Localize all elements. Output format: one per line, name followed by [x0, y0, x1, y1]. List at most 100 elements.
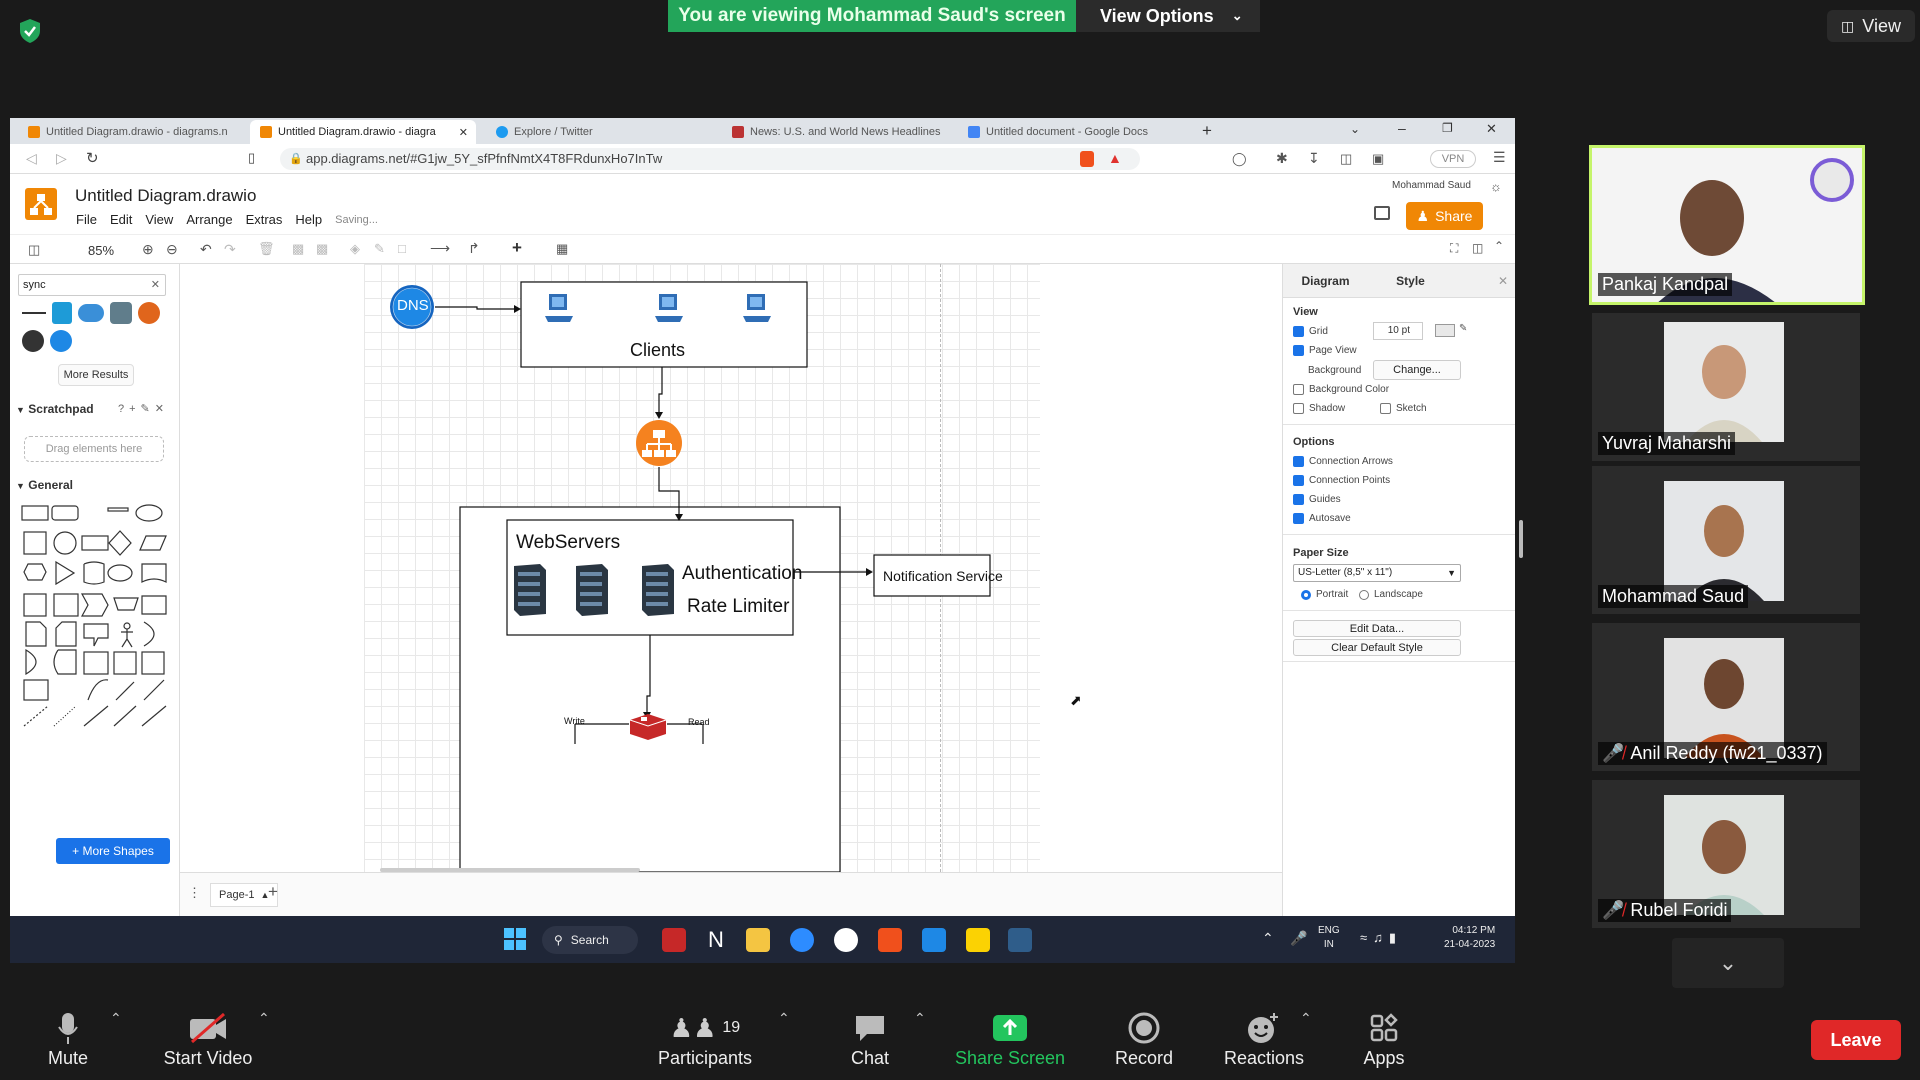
vscode-icon[interactable] [922, 928, 946, 952]
reload-icon[interactable]: ↻ [86, 149, 99, 167]
change-background-button[interactable]: Change... [1373, 360, 1461, 380]
document-title[interactable]: Untitled Diagram.drawio [75, 186, 256, 206]
sticky-notes-icon[interactable] [966, 928, 990, 952]
back-icon[interactable]: ◁ [26, 150, 37, 167]
camera-sync-icon[interactable] [138, 302, 160, 324]
to-front-icon[interactable]: ▩ [292, 241, 304, 257]
paper-size-select[interactable]: US-Letter (8,5" x 11") ▼ [1293, 564, 1461, 582]
minimize-icon[interactable]: – [1398, 120, 1406, 136]
diagram-canvas[interactable]: DNS Clients WebServers Authentication Ra… [180, 264, 1282, 872]
system-tray-icons[interactable]: ≈♫▮ [1360, 930, 1402, 946]
notion-icon[interactable]: N [704, 928, 728, 952]
menu-edit[interactable]: Edit [110, 212, 132, 227]
zoom-app-icon[interactable] [790, 928, 814, 952]
general-header[interactable]: ▼ General [16, 478, 73, 492]
wallet-icon[interactable]: ▣ [1372, 151, 1384, 167]
reactions-button[interactable]: Reactions [1218, 1008, 1310, 1069]
forward-icon[interactable]: ▷ [56, 150, 67, 167]
tab-style[interactable]: Style [1368, 264, 1453, 298]
edit-icon[interactable]: ✎ [1459, 323, 1467, 334]
view-button[interactable]: ◫ View [1827, 10, 1915, 42]
connection-points-checkbox[interactable]: Connection Points [1293, 475, 1390, 486]
close-window-icon[interactable]: ✕ [1486, 121, 1497, 137]
microphone-icon[interactable]: 🎤 [1290, 930, 1307, 947]
restore-icon[interactable]: ❐ [1442, 121, 1453, 135]
panel-splitter[interactable] [1519, 520, 1523, 558]
download-icon[interactable]: ↧ [1308, 150, 1320, 167]
close-panel-icon[interactable]: ✕ [1453, 264, 1515, 298]
tab-search-icon[interactable]: ⌄ [1350, 122, 1360, 136]
server-sync-icon[interactable] [110, 302, 132, 324]
zoom-out-icon[interactable]: ⊖ [166, 241, 178, 258]
mute-button[interactable]: Mute [40, 1008, 96, 1069]
horizontal-scrollbar[interactable] [380, 868, 640, 872]
participant-tile[interactable]: Mohammad Saud [1592, 466, 1860, 614]
app-icon[interactable] [662, 928, 686, 952]
chevron-up-icon[interactable]: ⌃ [778, 1010, 790, 1027]
taskbar-search[interactable]: ⚲ Search [542, 926, 638, 954]
grid-checkbox[interactable]: Grid [1293, 326, 1328, 337]
brave-icon[interactable] [878, 928, 902, 952]
sync-dark-icon[interactable] [22, 330, 44, 352]
format-panel-icon[interactable]: ◫ [28, 242, 40, 258]
sync-line-shape[interactable] [22, 312, 46, 314]
grid-color-swatch[interactable] [1435, 324, 1455, 337]
theme-icon[interactable]: ☼ [1490, 179, 1502, 194]
snipping-tool-icon[interactable] [1008, 928, 1032, 952]
pages-menu-icon[interactable]: ⋮ [188, 885, 201, 901]
load-balancer-icon[interactable] [636, 420, 682, 466]
chevron-up-icon[interactable]: ⌃ [1262, 930, 1274, 947]
close-icon[interactable]: ✕ [459, 126, 468, 139]
new-tab-icon[interactable]: + [1202, 121, 1212, 141]
chevron-up-icon[interactable]: ⌃ [258, 1010, 270, 1027]
leave-button[interactable]: Leave [1811, 1020, 1901, 1060]
participants-button[interactable]: ♟♟ 19 Participants [650, 1008, 760, 1069]
language-indicator[interactable]: ENG IN [1318, 924, 1340, 952]
apps-button[interactable]: Apps [1356, 1008, 1412, 1069]
server-icon[interactable] [642, 564, 674, 616]
delete-icon[interactable]: 🗑 [258, 241, 275, 257]
shadow-checkbox[interactable]: Shadow [1293, 403, 1345, 414]
general-shapes-grid[interactable] [18, 500, 172, 740]
shadow-icon[interactable]: □ [398, 241, 406, 256]
scratchpad-actions[interactable]: ?+✎✕ [118, 402, 169, 415]
browser-tab[interactable]: Untitled document - Google Docs [958, 120, 1188, 144]
sync-db-icon[interactable] [52, 302, 72, 324]
puzzle-icon[interactable]: ✱ [1276, 150, 1288, 167]
connection-icon[interactable]: ⟶ [430, 240, 450, 257]
share-screen-button[interactable]: Share Screen [948, 1008, 1072, 1069]
browser-tab-active[interactable]: Untitled Diagram.drawio - diagra ✕ [250, 120, 476, 144]
start-video-button[interactable]: Start Video [158, 1008, 258, 1069]
participant-tile-active[interactable]: Pankaj Kandpal [1589, 145, 1865, 305]
url-field[interactable]: 🔒 app.diagrams.net/#G1jw_5Y_sfPfnfNmtX4T… [280, 148, 1140, 170]
brave-shield-icon[interactable] [1080, 151, 1094, 167]
undo-icon[interactable]: ↶ [200, 241, 212, 258]
participant-tile[interactable]: 🎤̸ Rubel Foridi [1592, 780, 1860, 928]
participant-tile[interactable]: Yuvraj Maharshi [1592, 313, 1860, 461]
tab-diagram[interactable]: Diagram [1283, 264, 1368, 298]
menu-view[interactable]: View [145, 212, 173, 227]
windows-start-icon[interactable] [504, 928, 526, 950]
chevron-up-icon[interactable]: ⌃ [110, 1010, 122, 1027]
chevron-up-icon[interactable]: ⌃ [1300, 1010, 1312, 1027]
server-icon[interactable] [514, 564, 546, 616]
portrait-radio[interactable]: Portrait [1301, 589, 1348, 600]
format-toggle-icon[interactable]: ◫ [1472, 241, 1483, 255]
collapse-icon[interactable]: ⌃ [1494, 239, 1504, 253]
vpn-button[interactable]: VPN [1430, 150, 1476, 168]
landscape-radio[interactable]: Landscape [1359, 589, 1423, 600]
bookmark-icon[interactable]: ▯ [248, 150, 255, 166]
user-name[interactable]: Mohammad Saud [1392, 180, 1471, 191]
server-icon[interactable] [576, 564, 608, 616]
sync-blue-icon[interactable] [50, 330, 72, 352]
edit-data-button[interactable]: Edit Data... [1293, 620, 1461, 637]
clear-search-icon[interactable]: ✕ [151, 275, 160, 295]
menu-file[interactable]: File [76, 212, 97, 227]
autosave-checkbox[interactable]: Autosave [1293, 513, 1351, 524]
fill-color-icon[interactable]: ◈ [350, 241, 360, 257]
brave-rewards-icon[interactable]: ▲ [1108, 150, 1122, 166]
add-page-icon[interactable]: + [268, 882, 278, 902]
record-button[interactable]: Record [1106, 1008, 1182, 1069]
connection-arrows-checkbox[interactable]: Connection Arrows [1293, 456, 1393, 467]
zoom-in-icon[interactable]: ⊕ [142, 241, 154, 258]
